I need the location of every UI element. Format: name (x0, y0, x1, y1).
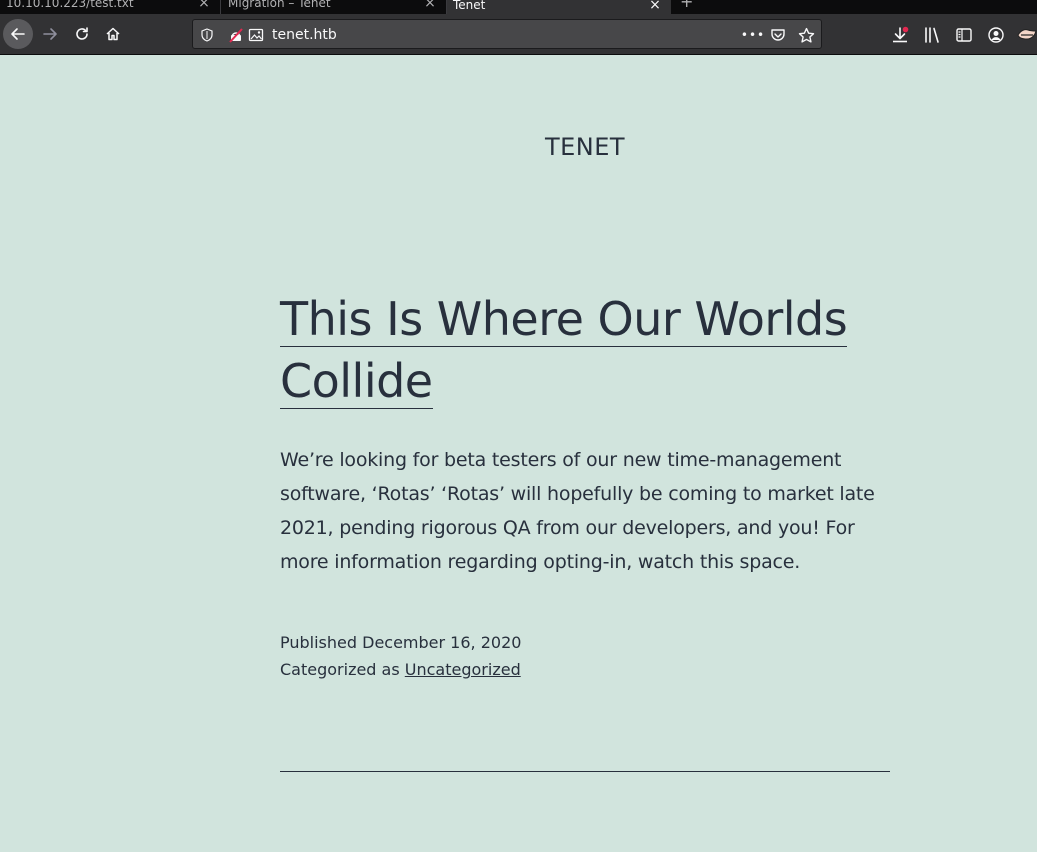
tab-label: Migration – Tenet (228, 0, 331, 10)
home-button[interactable] (99, 20, 127, 48)
post-body: We’re looking for beta testers of our ne… (280, 449, 875, 573)
downloads-icon[interactable] (889, 24, 911, 46)
new-tab-button[interactable]: + (680, 0, 693, 11)
published-label: Published (280, 633, 358, 652)
category-link[interactable]: Uncategorized (405, 660, 521, 679)
account-icon[interactable] (985, 24, 1007, 46)
tab-tenet-active[interactable]: Tenet × (447, 0, 671, 14)
back-icon (11, 28, 25, 40)
shield-icon[interactable] (198, 26, 216, 44)
tab-strip: 10.10.10.223/test.txt × Migration – Tene… (0, 0, 1037, 14)
post-separator (280, 771, 890, 772)
tab-close-icon[interactable]: × (649, 0, 661, 12)
tab-close-icon[interactable]: × (198, 0, 210, 10)
page-actions-icon[interactable]: ••• (741, 26, 765, 44)
url-text[interactable]: tenet.htb (272, 26, 337, 44)
web-page: TENET This Is Where Our Worlds Collide W… (0, 55, 1037, 852)
home-icon (106, 27, 120, 41)
pocket-icon[interactable] (769, 26, 787, 44)
reload-icon (76, 27, 88, 40)
forward-button[interactable] (36, 20, 64, 48)
site-title[interactable]: TENET (0, 133, 1037, 161)
navigation-toolbar: tenet.htb ••• (0, 14, 1037, 55)
address-bar[interactable]: tenet.htb ••• (192, 19, 822, 49)
library-icon[interactable] (921, 24, 943, 46)
tab-close-icon[interactable]: × (424, 0, 436, 10)
post-title-link[interactable]: This Is Where Our Worlds Collide (280, 292, 848, 409)
tab-label: Tenet (453, 0, 486, 12)
tab-label: 10.10.10.223/test.txt (6, 0, 134, 10)
forward-icon (43, 28, 57, 40)
sidebar-icon[interactable] (953, 24, 975, 46)
post-title: This Is Where Our Worlds Collide (280, 288, 920, 412)
reload-button[interactable] (68, 20, 96, 48)
category-label: Categorized as (280, 660, 400, 679)
tab-migration[interactable]: Migration – Tenet × (222, 0, 447, 14)
published-date: December 16, 2020 (362, 633, 522, 652)
category-line: Categorized as Uncategorized (280, 656, 890, 683)
bookmark-star-icon[interactable] (797, 26, 815, 44)
tab-test-txt[interactable]: 10.10.10.223/test.txt × (0, 0, 221, 14)
post-meta: Published December 16, 2020 Categorized … (280, 629, 890, 683)
back-button[interactable] (3, 19, 33, 49)
tracking-icon[interactable] (227, 26, 245, 44)
published-line: Published December 16, 2020 (280, 629, 890, 656)
extension-icon[interactable] (1016, 24, 1037, 46)
image-icon (247, 26, 265, 44)
